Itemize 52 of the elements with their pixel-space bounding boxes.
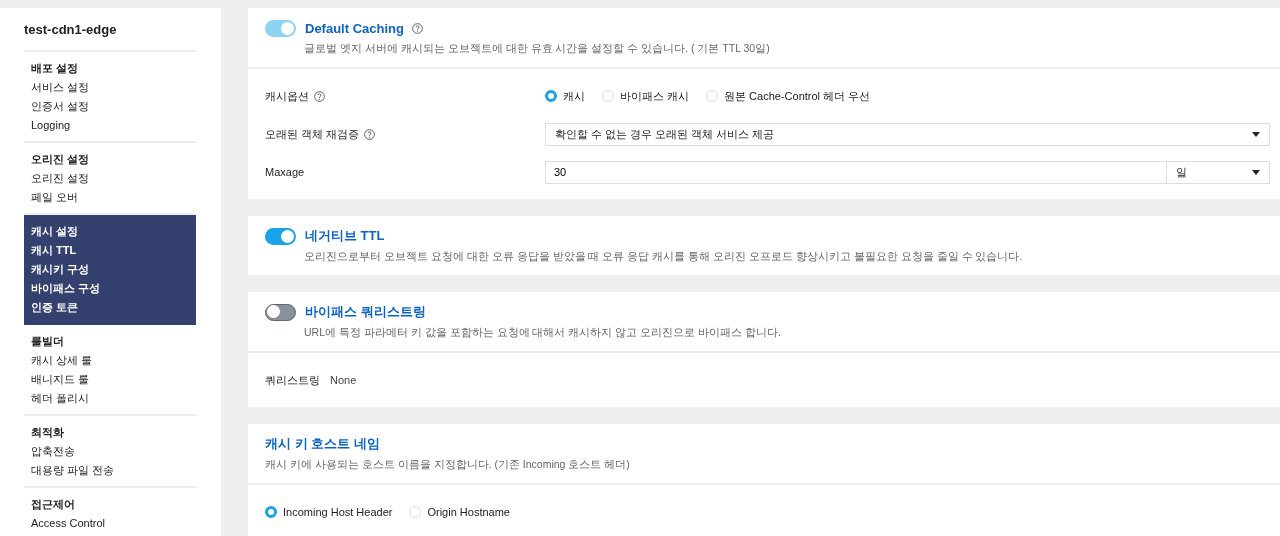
menu-heading[interactable]: 접근제어 <box>31 495 189 514</box>
help-icon[interactable] <box>411 22 423 34</box>
menu-heading[interactable]: 오리진 설정 <box>31 150 189 169</box>
section-title: Default Caching <box>305 20 404 36</box>
section-description: 글로벌 엣지 서버에 캐시되는 오브젝트에 대한 유효 시간을 설정할 수 있습니다. ( 기본 TTL 30일) <box>303 42 771 56</box>
radio-option[interactable]: 바이패스 캐시 <box>602 88 690 104</box>
radio-button[interactable] <box>545 90 557 102</box>
help-icon[interactable] <box>364 128 376 140</box>
caret-icon <box>1252 169 1260 175</box>
menu-item[interactable]: 캐시키 구성 <box>31 260 189 279</box>
menu-heading[interactable]: 룰빌더 <box>31 332 189 351</box>
menu-item[interactable]: 헤더 폴리시 <box>31 389 189 408</box>
menu-item[interactable]: 인증 토큰 <box>31 298 189 317</box>
field-label: Maxage <box>265 166 305 178</box>
menu-heading[interactable]: 최적화 <box>31 423 189 442</box>
toggle-switch[interactable] <box>265 303 296 321</box>
unit-dropdown[interactable]: 일 <box>1167 160 1270 184</box>
menu-heading[interactable]: 캐시 설정 <box>31 222 189 241</box>
section-title: 캐시 키 호스트 네임 <box>265 435 380 453</box>
dropdown-field[interactable]: 확인할 수 없는 경우 오래된 객체 서비스 제공 <box>545 122 1270 146</box>
menu-item[interactable]: 페일 오버 <box>31 188 189 207</box>
menu-item[interactable]: 캐시 상세 룰 <box>31 351 189 370</box>
help-icon[interactable] <box>314 90 325 102</box>
section-description: 오리진으로부터 오브젝트 요청에 대한 오류 응답을 받았을 때 오류 응답 캐시를 통해 오리진 오프로드 향상시키고 불필요한 요청을 줄일 수 있습니다. <box>303 250 1024 264</box>
project-title: test-cdn1-edge <box>24 8 196 52</box>
menu-item[interactable]: 오리진 설정 <box>31 169 189 188</box>
section-title: 바이패스 쿼리스트링 <box>305 303 426 321</box>
toggle-switch[interactable] <box>265 227 296 245</box>
section-description: 캐시 키에 사용되는 호스트 이름을 지정합니다. (기존 Incoming 호스트 헤더) <box>265 458 631 472</box>
input-field[interactable]: 30 <box>545 160 1167 184</box>
menu-item[interactable]: 바이패스 구성 <box>31 279 189 298</box>
field-label: 캐시옵션 <box>265 88 309 104</box>
radio-option[interactable]: Incoming Host Header <box>265 506 393 518</box>
field-label: 쿼리스트링 <box>265 372 320 388</box>
menu-item[interactable]: 서비스 설정 <box>31 78 189 97</box>
menu-heading[interactable]: 배포 설정 <box>31 59 189 78</box>
field-label: 오래된 객체 재검증 <box>265 126 360 142</box>
radio-option[interactable]: 캐시 <box>545 88 585 104</box>
section-title: 네거티브 TTL <box>305 227 385 245</box>
menu-item[interactable]: Access Control <box>31 514 189 533</box>
menu-item[interactable]: 배니지드 룰 <box>31 370 189 389</box>
section-description: URL에 특정 파라메터 키 값을 포함하는 요청에 대해서 캐시하지 않고 오리진으로 바이패스 합니다. <box>303 326 782 340</box>
radio-option[interactable]: 원본 Cache-Control 헤더 우선 <box>706 88 871 104</box>
menu-item[interactable]: Logging <box>31 116 189 135</box>
radio-option[interactable]: Origin Hostname <box>409 506 510 518</box>
radio-button[interactable] <box>265 506 277 518</box>
menu-item[interactable]: 인증서 설정 <box>31 97 189 116</box>
menu-item[interactable]: 캐시 TTL <box>31 241 189 260</box>
field-value: None <box>330 374 357 386</box>
menu-item[interactable]: 대용량 파일 전송 <box>31 461 189 480</box>
menu-item[interactable]: 압축전송 <box>31 442 189 461</box>
caret-icon <box>1252 131 1260 137</box>
